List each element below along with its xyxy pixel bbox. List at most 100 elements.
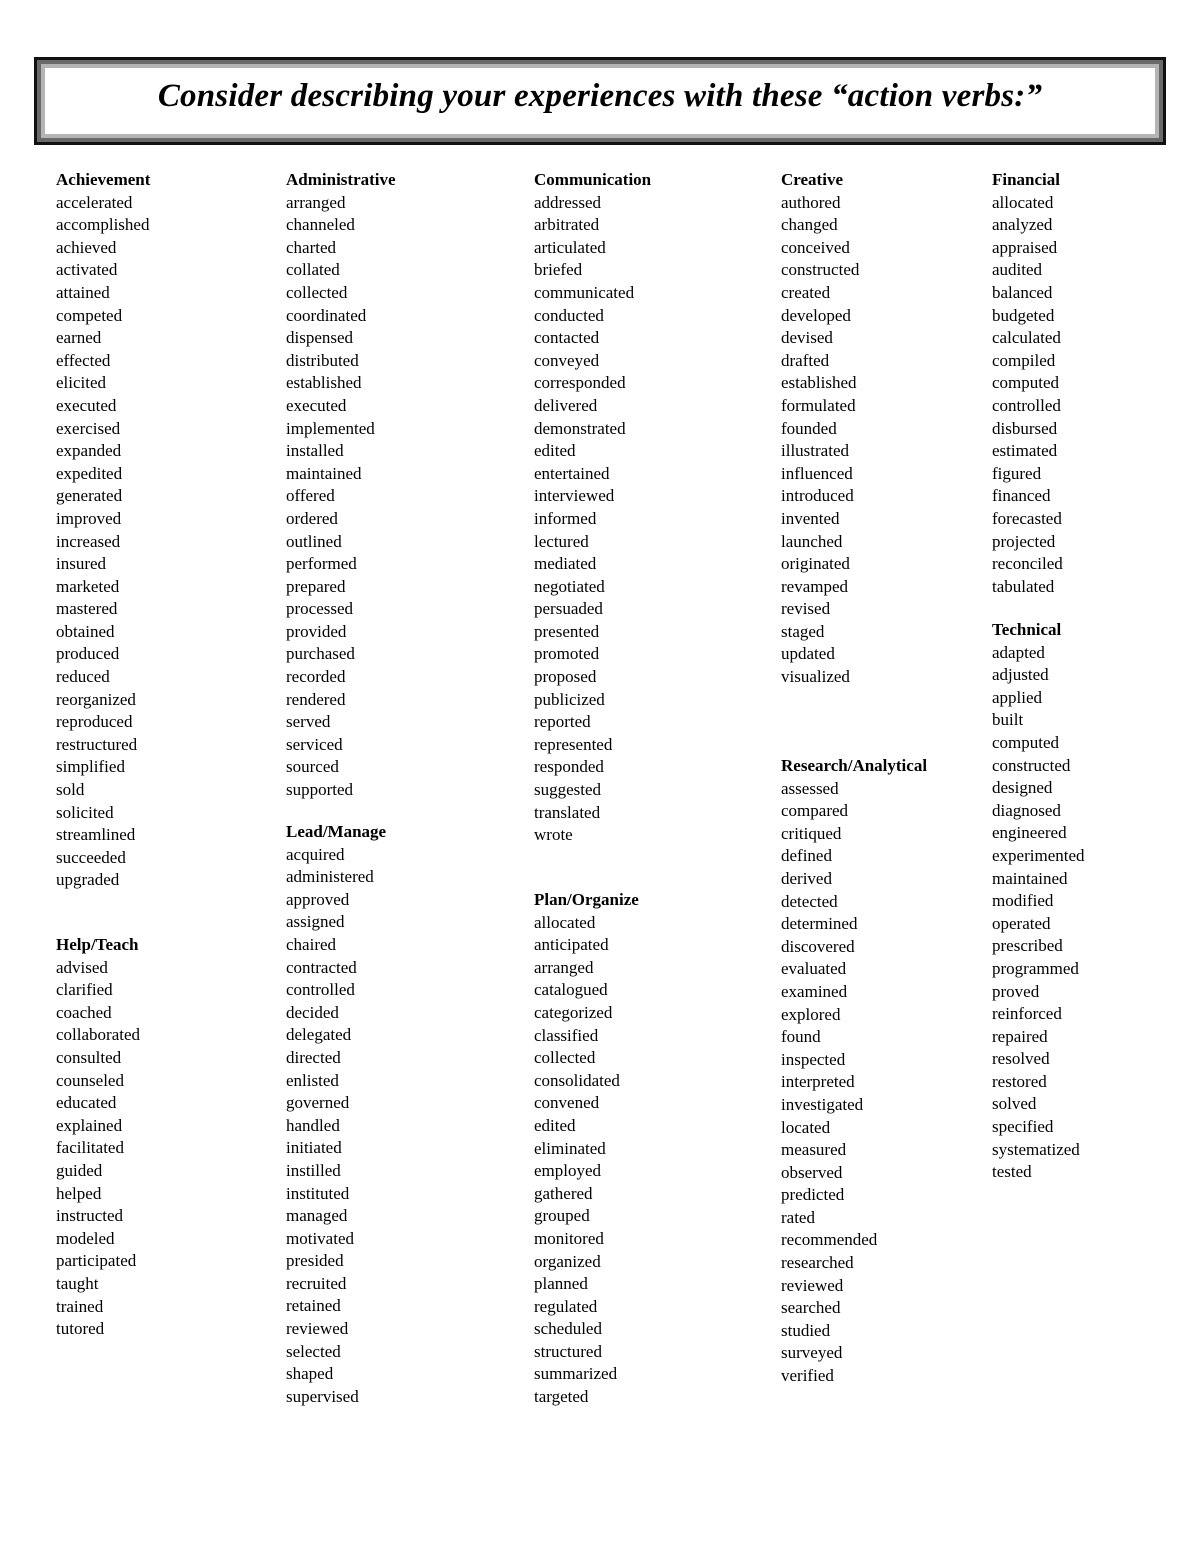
- verb-item: produced: [56, 644, 120, 664]
- verb-item: directed: [286, 1047, 341, 1067]
- verb-item: formulated: [781, 395, 856, 415]
- verb-item: restored: [992, 1071, 1047, 1091]
- section-heading: Help/Teach: [56, 935, 139, 954]
- verb-item: controlled: [286, 980, 355, 1000]
- verb-item: surveyed: [781, 1343, 843, 1363]
- verb-item: launched: [781, 531, 843, 551]
- verb-item: established: [286, 373, 362, 393]
- verb-item: processed: [286, 599, 354, 619]
- verb-item: informed: [534, 508, 597, 528]
- verb-item: enlisted: [286, 1070, 339, 1090]
- verb-item: effected: [56, 350, 111, 370]
- verb-item: revamped: [781, 576, 849, 596]
- verb-item: proved: [992, 981, 1040, 1001]
- verb-item: conceived: [781, 237, 850, 257]
- section-plan-organize: Plan/Organize allocated anticipated arrang…: [534, 889, 639, 1409]
- verb-item: reviewed: [286, 1319, 349, 1339]
- section-research-analytical: Research/Analytical assessed compared crit…: [781, 755, 927, 1388]
- verb-item: trained: [56, 1296, 104, 1316]
- verb-item: taught: [56, 1273, 99, 1293]
- verb-item: built: [992, 710, 1024, 730]
- verb-item: acquired: [286, 844, 345, 864]
- verb-item: arbitrated: [534, 215, 600, 235]
- verb-item: earned: [56, 328, 102, 348]
- verb-item: figured: [992, 463, 1042, 483]
- verb-item: channeled: [286, 215, 355, 235]
- verb-item: administered: [286, 867, 374, 887]
- verb-list: adapted adjusted applied built computed const…: [992, 642, 1085, 1184]
- verb-item: upgraded: [56, 870, 120, 890]
- title-banner: Consider describing your experiences wit…: [34, 57, 1166, 145]
- verb-item: classified: [534, 1025, 599, 1045]
- verb-item: dispensed: [286, 328, 354, 348]
- verb-item: inspected: [781, 1049, 846, 1069]
- verb-item: collaborated: [56, 1025, 141, 1045]
- verb-item: observed: [781, 1162, 843, 1182]
- verb-item: suggested: [534, 780, 602, 800]
- verb-list: addressed arbitrated articulated briefed com…: [534, 192, 651, 847]
- verb-item: delivered: [534, 395, 598, 415]
- verb-item: performed: [286, 554, 357, 574]
- verb-item: collected: [534, 1048, 596, 1068]
- verb-item: reported: [534, 712, 591, 732]
- verb-item: created: [781, 282, 831, 302]
- verb-item: allocated: [534, 912, 596, 932]
- verb-item: appraised: [992, 237, 1058, 257]
- verb-item: constructed: [781, 260, 860, 280]
- verb-item: tabulated: [992, 576, 1055, 596]
- verb-item: entertained: [534, 463, 610, 483]
- verb-item: located: [781, 1117, 831, 1137]
- verb-item: authored: [781, 192, 841, 212]
- verb-item: interviewed: [534, 486, 615, 506]
- verb-item: elicited: [56, 373, 107, 393]
- verb-item: translated: [534, 802, 601, 822]
- verb-item: briefed: [534, 260, 583, 280]
- verb-item: originated: [781, 554, 850, 574]
- verb-item: rated: [781, 1207, 815, 1227]
- verb-item: clarified: [56, 980, 113, 1000]
- verb-item: marketed: [56, 576, 120, 596]
- verb-item: critiqued: [781, 823, 842, 843]
- verb-list: advised clarified coached collaborated consu…: [56, 957, 140, 1341]
- section-heading: Communication: [534, 170, 652, 189]
- verb-item: changed: [781, 215, 838, 235]
- verb-item: structured: [534, 1341, 602, 1361]
- banner-frame: Consider describing your experiences wit…: [41, 64, 1159, 138]
- verb-item: presented: [534, 621, 600, 641]
- verb-item: proposed: [534, 667, 597, 687]
- page-title: Consider describing your experiences wit…: [157, 78, 1043, 114]
- verb-item: managed: [286, 1206, 348, 1226]
- verb-item: maintained: [286, 463, 362, 483]
- verb-item: reproduced: [56, 712, 133, 732]
- verb-item: budgeted: [992, 305, 1055, 325]
- verb-item: adjusted: [992, 665, 1049, 685]
- verb-item: consolidated: [534, 1070, 620, 1090]
- verb-item: balanced: [992, 282, 1053, 302]
- verb-item: improved: [56, 508, 122, 528]
- verb-item: recorded: [286, 667, 346, 687]
- verb-item: approved: [286, 889, 350, 909]
- verb-item: influenced: [781, 463, 853, 483]
- section-heading: Research/Analytical: [781, 756, 928, 775]
- verb-item: sourced: [286, 757, 339, 777]
- verb-item: recruited: [286, 1273, 347, 1293]
- verb-item: corresponded: [534, 373, 626, 393]
- verb-item: simplified: [56, 757, 125, 777]
- verb-item: calculated: [992, 328, 1061, 348]
- verb-item: developed: [781, 305, 851, 325]
- verb-item: collated: [286, 260, 340, 280]
- section-heading: Achievement: [56, 170, 151, 189]
- verb-item: modeled: [56, 1228, 115, 1248]
- verb-item: explored: [781, 1004, 841, 1024]
- verb-list: arranged channeled charted collated collecte…: [286, 192, 396, 802]
- verb-item: educated: [56, 1093, 117, 1113]
- verb-item: ordered: [286, 508, 338, 528]
- verb-item: studied: [781, 1320, 831, 1340]
- verb-item: generated: [56, 486, 123, 506]
- verb-item: consulted: [56, 1047, 122, 1067]
- verb-item: motivated: [286, 1228, 354, 1248]
- verb-item: instilled: [286, 1160, 341, 1180]
- verb-item: searched: [781, 1298, 841, 1318]
- verb-item: publicized: [534, 689, 605, 709]
- verb-item: investigated: [781, 1094, 864, 1114]
